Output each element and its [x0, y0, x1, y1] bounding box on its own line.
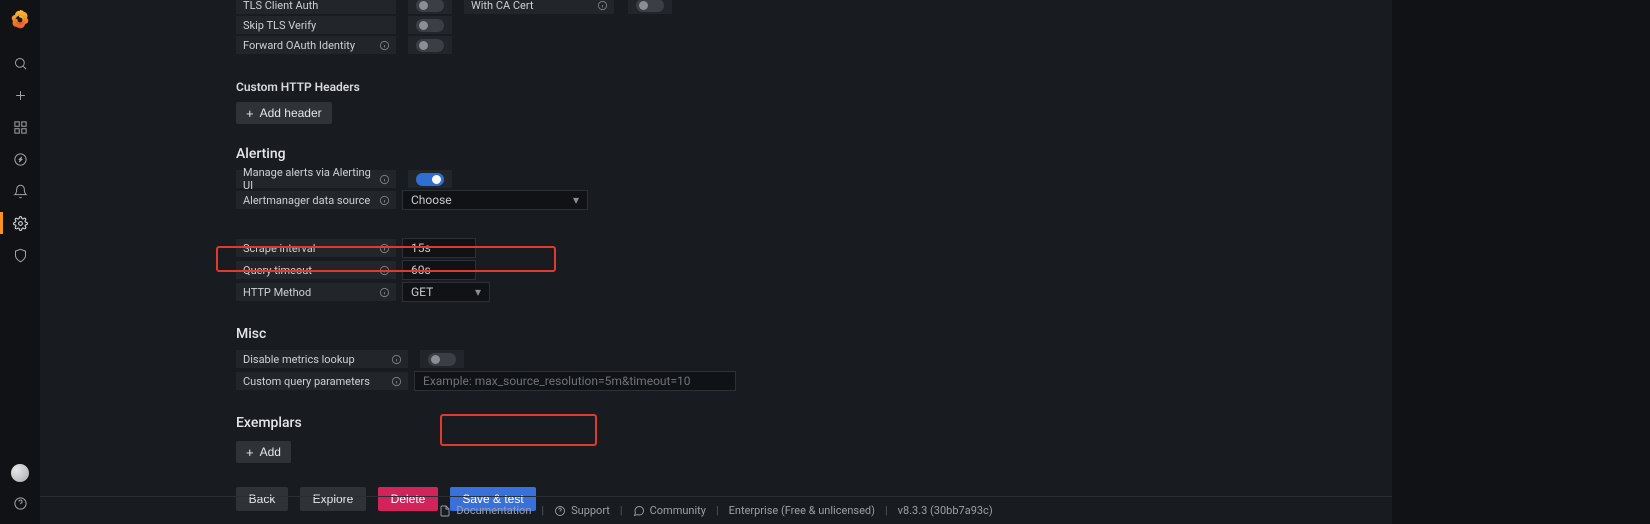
- grafana-logo[interactable]: [4, 4, 36, 36]
- alerting-section-title: Alerting: [236, 146, 1206, 162]
- footer-community-link[interactable]: Community: [633, 504, 706, 517]
- forward-oauth-toggle[interactable]: [408, 36, 452, 54]
- info-icon[interactable]: [377, 174, 390, 185]
- info-icon[interactable]: [376, 195, 390, 206]
- exemplars-section-title: Exemplars: [236, 415, 1206, 431]
- http-method-select[interactable]: GET ▾: [402, 282, 490, 302]
- misc-section-title: Misc: [236, 326, 1206, 342]
- configuration-icon[interactable]: [0, 210, 40, 236]
- footer: Documentation | Support | Community | En…: [40, 496, 1392, 524]
- add-exemplar-button[interactable]: + Add: [236, 441, 291, 463]
- main-panel: TLS Client Auth With CA Cert Skip TLS Ve…: [40, 0, 1392, 524]
- with-ca-cert-toggle[interactable]: [628, 0, 672, 14]
- custom-http-headers-title: Custom HTTP Headers: [236, 80, 1206, 94]
- info-icon[interactable]: [388, 354, 402, 365]
- query-timeout-input[interactable]: 60s: [402, 260, 476, 280]
- footer-support-link[interactable]: Support: [554, 504, 610, 517]
- info-icon[interactable]: [376, 243, 390, 254]
- disable-metrics-lookup-toggle[interactable]: [420, 350, 464, 368]
- footer-license[interactable]: Enterprise (Free & unlicensed): [729, 504, 875, 517]
- footer-version: v8.3.3 (30bb7a93c): [898, 504, 993, 517]
- server-admin-icon[interactable]: [0, 242, 40, 268]
- manage-alerts-toggle[interactable]: [408, 170, 452, 188]
- info-icon[interactable]: [376, 40, 390, 51]
- user-avatar[interactable]: [11, 464, 29, 482]
- scrape-interval-input[interactable]: 15s: [402, 238, 476, 258]
- explore-icon[interactable]: [0, 146, 40, 172]
- plus-icon: +: [246, 446, 254, 459]
- left-sidebar: [0, 0, 40, 524]
- create-icon[interactable]: [0, 82, 40, 108]
- plus-icon: +: [246, 107, 254, 120]
- custom-query-params-input[interactable]: Example: max_source_resolution=5m&timeou…: [414, 371, 736, 391]
- help-icon[interactable]: [0, 490, 40, 516]
- alertmanager-ds-select[interactable]: Choose ▾: [402, 190, 588, 210]
- alertmanager-ds-label: Alertmanager data source: [236, 191, 396, 209]
- info-icon[interactable]: [376, 287, 390, 298]
- search-icon[interactable]: [0, 50, 40, 76]
- alerting-icon[interactable]: [0, 178, 40, 204]
- forward-oauth-label: Forward OAuth Identity: [236, 36, 396, 54]
- footer-documentation-link[interactable]: Documentation: [439, 504, 531, 517]
- info-icon[interactable]: [376, 265, 390, 276]
- skip-tls-verify-toggle[interactable]: [408, 16, 452, 34]
- chevron-down-icon: ▾: [475, 285, 481, 299]
- with-ca-cert-label: With CA Cert: [464, 0, 614, 14]
- query-timeout-label: Query timeout: [236, 261, 396, 279]
- tls-client-auth-toggle[interactable]: [408, 0, 452, 14]
- manage-alerts-label: Manage alerts via Alerting UI: [236, 170, 396, 188]
- tls-client-auth-label: TLS Client Auth: [236, 0, 396, 14]
- custom-query-params-label: Custom query parameters: [236, 372, 408, 390]
- chevron-down-icon: ▾: [573, 193, 579, 207]
- add-header-button[interactable]: + Add header: [236, 102, 332, 124]
- info-icon[interactable]: [594, 0, 608, 11]
- dashboards-icon[interactable]: [0, 114, 40, 140]
- info-icon[interactable]: [388, 376, 402, 387]
- disable-metrics-lookup-label: Disable metrics lookup: [236, 350, 408, 368]
- scrape-interval-label: Scrape interval: [236, 239, 396, 257]
- skip-tls-verify-label: Skip TLS Verify: [236, 16, 396, 34]
- http-method-label: HTTP Method: [236, 283, 396, 301]
